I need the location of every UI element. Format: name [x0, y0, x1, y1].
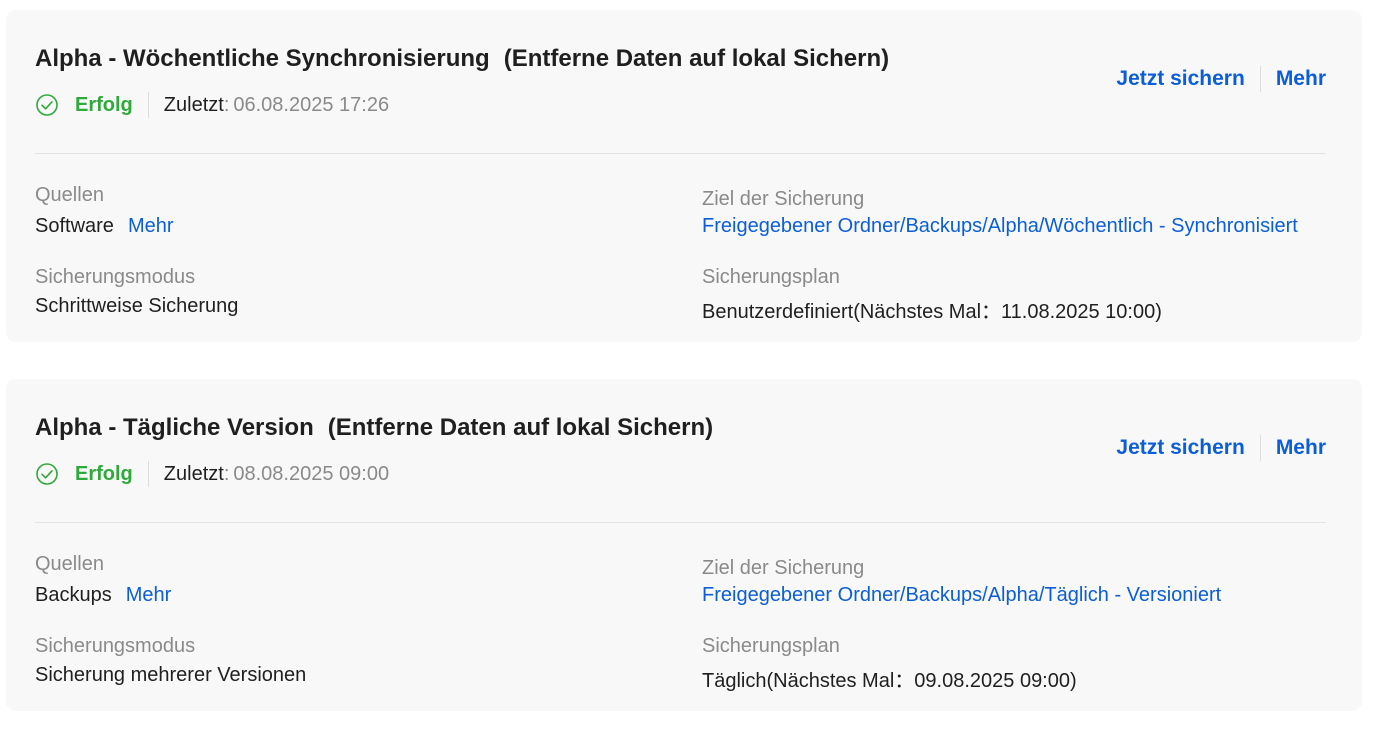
job-actions: Jetzt sichern Mehr [1116, 435, 1326, 461]
schedule-value: Täglich(Nächstes Mal：09.08.2025 09:00) [702, 670, 1077, 692]
divider [35, 153, 1326, 154]
check-circle-icon [35, 462, 59, 486]
backup-mode-value: Schrittweise Sicherung [35, 295, 239, 317]
last-run-value: 06.08.2025 17:26 [233, 93, 390, 116]
job-actions: Jetzt sichern Mehr [1116, 66, 1326, 92]
divider [147, 92, 149, 118]
destination-link[interactable]: Freigegebener Ordner/Backups/Alpha/Tägli… [702, 584, 1307, 607]
destination-label: Ziel der Sicherung [702, 188, 865, 210]
sources-value: Backups Mehr [35, 584, 171, 607]
more-button[interactable]: Mehr [1276, 436, 1326, 460]
backup-mode-label: Sicherungsmodus [35, 635, 196, 657]
backup-job-card: Alpha - Wöchentliche Synchronisierung (En… [6, 10, 1362, 342]
job-mode: (Entferne Daten auf lokal Sichern) [503, 45, 890, 72]
status-badge: Erfolg [75, 93, 133, 116]
backup-job-list: Alpha - Wöchentliche Synchronisierung (En… [0, 0, 1379, 729]
last-run-label: Zuletzt [163, 93, 224, 116]
last-run-colon: : [223, 93, 230, 116]
last-run-value: 08.08.2025 09:00 [233, 462, 390, 485]
sources-label: Quellen [35, 553, 104, 575]
sources-more-link[interactable]: Mehr [128, 215, 174, 237]
last-run-label: Zuletzt [163, 462, 224, 485]
backup-mode-value: Sicherung mehrerer Versionen [35, 664, 307, 686]
backup-now-button[interactable]: Jetzt sichern [1116, 436, 1244, 460]
backup-job-card: Alpha - Tägliche Version (Entferne Daten … [6, 379, 1362, 711]
sources-label: Quellen [35, 184, 104, 206]
schedule-value: Benutzerdefiniert(Nächstes Mal：11.08.202… [702, 301, 1162, 323]
divider [147, 461, 149, 487]
job-status-row: Erfolg Zuletzt:08.08.2025 09:00 [35, 459, 389, 489]
status-badge: Erfolg [75, 462, 133, 485]
destination-label: Ziel der Sicherung [702, 557, 865, 579]
divider [1259, 66, 1261, 92]
destination-link[interactable]: Freigegebener Ordner/Backups/Alpha/Wöche… [702, 215, 1307, 238]
job-name: Alpha - Tägliche Version [35, 414, 314, 441]
job-mode: (Entferne Daten auf lokal Sichern) [327, 414, 714, 441]
sources-text: Software [35, 215, 114, 237]
sources-value: Software Mehr [35, 215, 174, 238]
check-circle-icon [35, 93, 59, 117]
job-name: Alpha - Wöchentliche Synchronisierung [35, 45, 490, 72]
sources-text: Backups [35, 584, 112, 606]
job-title: Alpha - Wöchentliche Synchronisierung (En… [35, 45, 889, 73]
divider [35, 522, 1326, 523]
backup-mode-label: Sicherungsmodus [35, 266, 196, 288]
job-title: Alpha - Tägliche Version (Entferne Daten … [35, 414, 713, 442]
last-run-colon: : [223, 462, 230, 485]
divider [1259, 435, 1261, 461]
more-button[interactable]: Mehr [1276, 67, 1326, 91]
sources-more-link[interactable]: Mehr [126, 584, 172, 606]
job-status-row: Erfolg Zuletzt:06.08.2025 17:26 [35, 90, 389, 120]
schedule-label: Sicherungsplan [702, 635, 840, 657]
schedule-label: Sicherungsplan [702, 266, 840, 288]
backup-now-button[interactable]: Jetzt sichern [1116, 67, 1244, 91]
